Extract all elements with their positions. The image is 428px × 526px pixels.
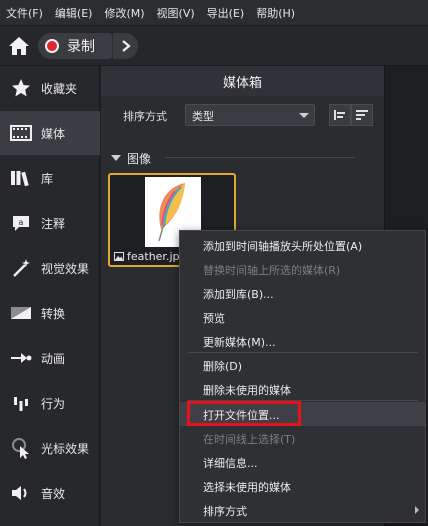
sidebar-item-label: 注释 bbox=[41, 216, 66, 231]
submenu-arrow-icon bbox=[415, 506, 419, 514]
menu-item-select-unused[interactable]: 选择未使用的媒体 bbox=[180, 474, 425, 498]
audio-icon bbox=[10, 482, 32, 504]
sidebar-item-label: 视觉效果 bbox=[41, 261, 90, 276]
image-icon bbox=[114, 252, 124, 261]
sidebar-item-media[interactable]: 媒体 bbox=[0, 111, 100, 155]
menu-item-label: 在时间线上选择(T) bbox=[203, 433, 296, 446]
sort-icon bbox=[356, 110, 368, 120]
menu-item-delete-unused[interactable]: 删除未使用的媒体 bbox=[180, 377, 425, 401]
transition-icon bbox=[10, 302, 32, 324]
svg-text:a: a bbox=[19, 218, 24, 227]
sidebar-item-audio-effects[interactable]: 音效 bbox=[0, 471, 100, 515]
menu-item-label: 预览 bbox=[203, 312, 225, 325]
library-icon bbox=[10, 167, 32, 189]
sort-value: 类型 bbox=[192, 110, 214, 123]
animation-icon bbox=[10, 347, 32, 369]
chevron-down-icon bbox=[299, 113, 309, 118]
sidebar-item-label: 转换 bbox=[41, 306, 66, 321]
thumbnail-caption: feather.jpg bbox=[114, 250, 186, 263]
menu-edit[interactable]: 编辑(E) bbox=[55, 5, 93, 21]
menu-item-details[interactable]: 详细信息... bbox=[180, 450, 425, 474]
record-label: 录制 bbox=[67, 39, 95, 55]
menu-item-label: 删除(D) bbox=[203, 360, 243, 373]
film-icon bbox=[10, 122, 32, 144]
sidebar-item-visual-effects[interactable]: 视觉效果 bbox=[0, 246, 100, 290]
details-view-button[interactable] bbox=[329, 104, 351, 126]
menu-item-label: 删除未使用的媒体 bbox=[203, 384, 291, 397]
panel-title: 媒体箱 bbox=[101, 66, 384, 96]
menu-item-label: 选择未使用的媒体 bbox=[203, 481, 291, 494]
sidebar-item-library[interactable]: 库 bbox=[0, 156, 100, 200]
sidebar-item-annotations[interactable]: a 注释 bbox=[0, 201, 100, 245]
sort-dropdown[interactable]: 类型 bbox=[185, 104, 315, 126]
chevron-right-icon bbox=[121, 40, 131, 52]
menu-file[interactable]: 文件(F) bbox=[6, 5, 43, 21]
menu-item-label: 添加到时间轴播放头所处位置(A) bbox=[203, 240, 363, 253]
record-options-button[interactable] bbox=[112, 33, 138, 59]
sidebar: 收藏夹 媒体 库 a 注释 视觉效果 转换 动画 行为 光标效果 音效 bbox=[0, 66, 100, 526]
menu-view[interactable]: 视图(V) bbox=[157, 5, 195, 21]
sidebar-item-transitions[interactable]: 转换 bbox=[0, 291, 100, 335]
behavior-icon bbox=[10, 392, 32, 414]
menu-item-delete[interactable]: 删除(D) bbox=[180, 353, 425, 377]
toolbar: 录制 bbox=[0, 26, 428, 66]
context-menu: 添加到时间轴播放头所处位置(A) 替换时间轴上所选的媒体(R) 添加到库(B).… bbox=[179, 230, 426, 523]
menu-item-select-on-timeline: 在时间线上选择(T) bbox=[180, 426, 425, 450]
section-divider bbox=[165, 157, 355, 158]
sidebar-item-favorites[interactable]: 收藏夹 bbox=[0, 66, 100, 110]
sidebar-item-label: 行为 bbox=[41, 396, 66, 411]
record-button[interactable]: 录制 bbox=[38, 33, 112, 59]
menu-item-add-to-library[interactable]: 添加到库(B)... bbox=[180, 281, 425, 305]
magic-wand-icon bbox=[10, 257, 32, 279]
sidebar-item-label: 库 bbox=[41, 171, 54, 186]
sort-order-button[interactable] bbox=[351, 104, 373, 126]
sidebar-item-label: 收藏夹 bbox=[41, 81, 78, 96]
menu-modify[interactable]: 修改(M) bbox=[104, 5, 144, 21]
menu-item-preview[interactable]: 预览 bbox=[180, 305, 425, 329]
section-images[interactable]: 图像 bbox=[111, 150, 151, 166]
sidebar-item-label: 媒体 bbox=[41, 126, 66, 141]
menu-item-replace-selected: 替换时间轴上所选的媒体(R) bbox=[180, 257, 425, 281]
sort-label: 排序方式 bbox=[123, 110, 167, 123]
star-icon bbox=[10, 77, 32, 99]
menu-item-label: 更新媒体(M)... bbox=[203, 336, 276, 349]
menu-help[interactable]: 帮助(H) bbox=[256, 5, 295, 21]
menu-item-label: 排序方式 bbox=[203, 505, 247, 518]
sidebar-item-label: 动画 bbox=[41, 351, 66, 366]
sidebar-item-cursor-effects[interactable]: 光标效果 bbox=[0, 426, 100, 470]
list-view-icon bbox=[334, 110, 345, 120]
sidebar-item-animations[interactable]: 动画 bbox=[0, 336, 100, 380]
expand-triangle-icon bbox=[111, 155, 121, 161]
menu-item-add-to-timeline[interactable]: 添加到时间轴播放头所处位置(A) bbox=[180, 233, 425, 257]
menu-bar: 文件(F) 编辑(E) 修改(M) 视图(V) 导出(E) 帮助(H) bbox=[0, 0, 428, 26]
menu-export[interactable]: 导出(E) bbox=[207, 5, 245, 21]
home-icon[interactable] bbox=[8, 36, 30, 56]
menu-item-label: 替换时间轴上所选的媒体(R) bbox=[203, 264, 341, 277]
annotation-icon: a bbox=[10, 212, 32, 234]
record-icon bbox=[45, 39, 59, 53]
section-label: 图像 bbox=[127, 151, 152, 166]
menu-item-update-media[interactable]: 更新媒体(M)... bbox=[180, 329, 425, 353]
annotation-highlight-box bbox=[187, 401, 301, 426]
sidebar-item-behaviors[interactable]: 行为 bbox=[0, 381, 100, 425]
thumbnail-filename: feather.jpg bbox=[127, 250, 187, 263]
menu-item-sort-by[interactable]: 排序方式 bbox=[180, 498, 425, 522]
sidebar-item-label: 音效 bbox=[41, 486, 66, 501]
cursor-icon bbox=[10, 437, 32, 459]
sidebar-item-label: 光标效果 bbox=[41, 441, 90, 456]
menu-item-label: 详细信息... bbox=[203, 457, 258, 470]
menu-item-label: 添加到库(B)... bbox=[203, 288, 274, 301]
